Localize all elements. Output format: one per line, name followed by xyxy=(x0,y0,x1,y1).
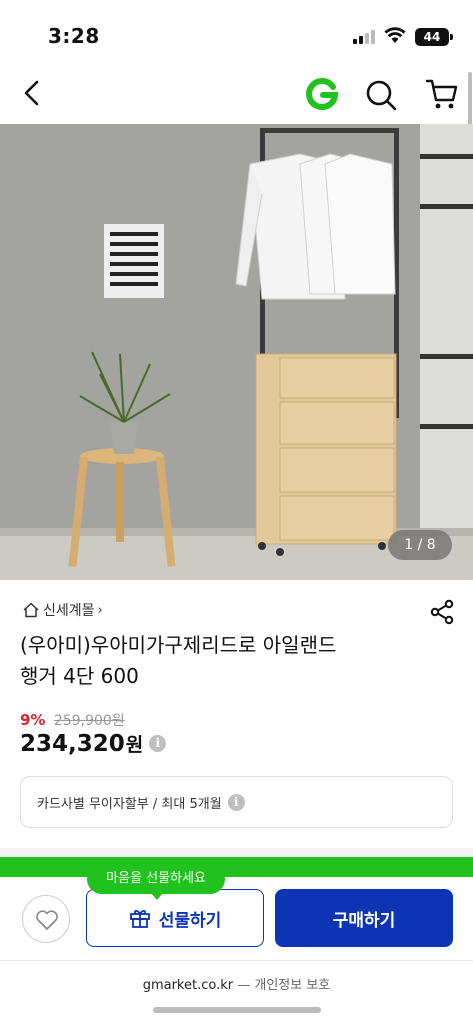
chevron-right-icon: › xyxy=(97,602,103,618)
top-nav-bar xyxy=(0,62,473,124)
breadcrumb[interactable]: 신세계몰 › xyxy=(22,600,103,620)
status-bar: 3:28 44 xyxy=(0,0,473,62)
installment-info[interactable]: 카드사별 무이자할부 / 최대 5개월 i xyxy=(20,776,453,828)
discount-rate: 9% xyxy=(20,711,46,729)
gift-button[interactable]: 선물하기 xyxy=(86,889,264,947)
search-icon[interactable] xyxy=(364,78,398,112)
sale-price-value: 234,320 xyxy=(20,730,125,757)
product-title: (우아미)우아미가구제리드로 아일랜드 행거 4단 600 xyxy=(20,630,440,692)
price-info-icon[interactable]: i xyxy=(149,735,167,752)
sale-price-unit: 원 xyxy=(125,734,144,756)
status-time: 3:28 xyxy=(48,24,100,48)
battery-icon: 44 xyxy=(415,28,453,46)
gmarket-logo-icon[interactable] xyxy=(305,78,339,112)
cart-icon[interactable] xyxy=(424,76,460,112)
breadcrumb-label[interactable]: 신세계몰 xyxy=(43,600,95,620)
home-indicator xyxy=(153,1007,321,1013)
footer-divider xyxy=(0,960,473,961)
promo-band xyxy=(0,857,473,877)
product-image[interactable] xyxy=(0,124,473,580)
gift-button-label: 선물하기 xyxy=(158,910,222,931)
heart-icon xyxy=(36,910,58,930)
image-counter: 1 / 8 xyxy=(388,530,452,560)
share-icon[interactable] xyxy=(428,598,456,626)
footer-separator: — xyxy=(233,978,255,993)
wifi-icon xyxy=(384,27,406,43)
gift-icon xyxy=(129,910,150,928)
original-price: 259,900원 xyxy=(53,713,125,729)
gift-tooltip: 마음을 선물하세요 xyxy=(87,864,225,900)
home-icon xyxy=(23,602,39,618)
sale-price: 234,320 원 i xyxy=(20,730,167,757)
installment-text: 카드사별 무이자할부 / 최대 5개월 xyxy=(37,796,222,812)
buy-button[interactable]: 구매하기 xyxy=(275,889,453,947)
buy-button-label: 구매하기 xyxy=(332,910,396,931)
browser-url-bar[interactable]: gmarket.co.kr — 개인정보 보호 xyxy=(0,974,473,993)
discount-line: 9% 259,900원 xyxy=(20,710,125,730)
back-arrow-icon[interactable] xyxy=(16,76,48,110)
signal-icon xyxy=(353,30,375,44)
installment-info-icon[interactable]: i xyxy=(227,793,245,811)
footer-domain: gmarket.co.kr xyxy=(142,978,234,993)
footer-privacy: 개인정보 보호 xyxy=(254,978,331,993)
section-divider xyxy=(0,848,473,856)
bottom-action-bar: 선물하기 구매하기 xyxy=(0,877,473,957)
product-title-line2: 행거 4단 600 xyxy=(20,664,139,688)
product-photo xyxy=(0,124,473,580)
wishlist-button[interactable] xyxy=(22,895,70,943)
product-title-line1: (우아미)우아미가구제리드로 아일랜드 xyxy=(20,633,337,657)
